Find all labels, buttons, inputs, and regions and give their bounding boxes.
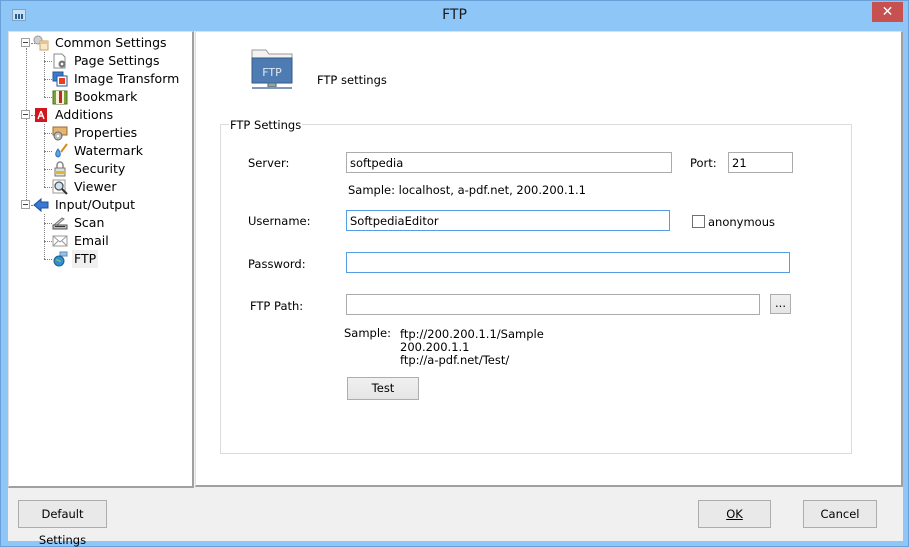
tree-item-label: Common Settings [55,35,167,50]
title-bar: FTP ✕ [1,1,908,31]
arrow-left-icon [33,197,49,213]
tree-connector [44,52,45,97]
lock-icon [54,161,66,177]
tree-connector [44,133,52,134]
tree-item-label: Viewer [74,179,117,194]
tree-connector [44,61,52,62]
collapse-toggle-additions[interactable] [21,110,30,119]
image-transform-icon [52,71,68,87]
page-title: FTP settings [317,73,387,87]
ok-button[interactable]: OK [698,500,771,528]
anonymous-checkbox[interactable] [692,215,705,228]
tree-item-label: Email [74,233,109,248]
server-sample-text: Sample: localhost, a-pdf.net, 200.200.1.… [348,183,586,197]
page-gear-icon [53,53,66,69]
tree-item-label: Bookmark [74,89,138,104]
window-title: FTP [442,7,467,23]
scanner-icon [52,217,68,230]
port-label: Port: [690,156,717,170]
close-button[interactable]: ✕ [872,2,903,22]
test-button[interactable]: Test [347,377,419,400]
server-label: Server: [248,156,290,170]
tree-connector [44,151,52,152]
tree-connector [44,97,52,98]
tree-connector [44,223,52,224]
gears-icon [33,35,49,51]
tree-item-label: Scan [74,215,105,230]
tree-connector [44,214,45,259]
port-input[interactable] [728,152,793,173]
path-sample-label: Sample: [344,326,391,340]
ftp-dialog-window: FTP ✕ Common Settings Page Settings Imag… [0,0,909,547]
tree-connector [44,241,52,242]
collapse-toggle-common-settings[interactable] [21,38,30,47]
tree-item-label: FTP [72,250,99,268]
watermark-pen-icon [55,143,68,158]
tree-item-label: Additions [55,107,114,122]
group-title: FTP Settings [229,118,303,132]
tree-item-label: Page Settings [74,53,160,68]
ok-button-label: OK [726,507,743,521]
password-input[interactable] [346,252,790,273]
default-settings-button[interactable]: Default Settings [18,500,107,547]
tree-connector [44,259,52,260]
path-sample-line: ftp://a-pdf.net/Test/ [400,353,510,367]
book-icon [52,90,68,105]
tree-item-label: Input/Output [55,197,135,212]
tree-connector [44,187,52,188]
cancel-button[interactable]: Cancel [803,500,877,528]
pdf-icon [35,108,47,122]
tree-connector [44,79,52,80]
username-input[interactable] [346,210,670,231]
ftp-path-label: FTP Path: [250,299,304,313]
ftp-folder-icon: FTP [251,49,293,89]
settings-tree: Common Settings Page Settings Image Tran… [8,31,194,488]
tree-item-label: Properties [74,125,138,140]
magnifier-icon [52,179,68,195]
dialog-client-area: Common Settings Page Settings Image Tran… [8,31,903,547]
ftp-folder-label: FTP [262,66,282,79]
properties-icon [52,126,68,141]
globe-icon [53,251,68,267]
ftp-settings-group [220,124,852,454]
tree-connector [44,169,52,170]
tree-item-label: Security [74,161,126,176]
username-label: Username: [248,214,311,228]
path-sample-line: 200.200.1.1 [400,340,470,354]
tree-connector [26,48,27,208]
envelope-icon [52,235,68,247]
tree-item-label: Image Transform [74,71,180,86]
path-sample-line: ftp://200.200.1.1/Sample [400,327,544,341]
server-input[interactable] [346,152,672,173]
browse-path-button[interactable]: ... [770,294,791,314]
anonymous-label[interactable]: anonymous [708,215,775,229]
collapse-toggle-input-output[interactable] [21,200,30,209]
ftp-path-input[interactable] [346,294,760,315]
password-label: Password: [248,257,306,271]
close-icon: ✕ [881,4,894,20]
tree-item-label: Watermark [74,143,143,158]
ftp-settings-panel: FTP FTP settings FTP Settings Server: Po… [195,31,903,487]
